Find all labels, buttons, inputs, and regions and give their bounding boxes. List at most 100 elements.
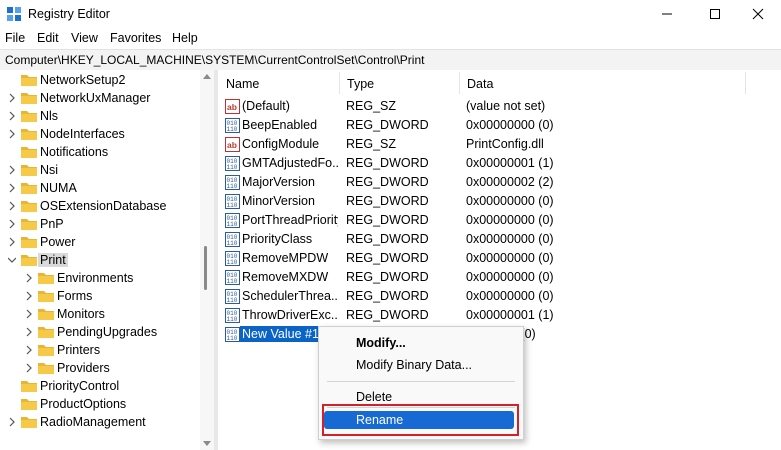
maximize-button[interactable] — [692, 0, 738, 28]
binary-value-icon: 010 110 — [225, 251, 240, 266]
value-name: BeepEnabled — [242, 118, 318, 132]
svg-text:110: 110 — [227, 259, 238, 266]
rename-field[interactable]: New Value #1 — [240, 326, 325, 342]
column-header-data[interactable]: Data — [459, 70, 745, 96]
value-row[interactable]: 010 110 MinorVersion REG_DWORD 0x00000000 (0… — [218, 192, 778, 211]
tree-item[interactable]: NodeInterfaces — [0, 125, 200, 143]
tree-item[interactable]: PnP — [0, 215, 200, 233]
folder-icon — [21, 93, 37, 104]
tree-item-label: Print — [38, 253, 68, 267]
value-type: REG_DWORD — [346, 156, 429, 170]
value-data: 0x00000000 (0) — [466, 213, 554, 227]
chevron-right-icon[interactable] — [8, 219, 16, 229]
chevron-right-icon[interactable] — [8, 129, 16, 139]
tree-item[interactable]: Monitors — [0, 305, 200, 323]
tree-item-label: Providers — [57, 361, 110, 375]
value-row[interactable]: 010 110 GMTAdjustedFo... REG_DWORD 0x0000000… — [218, 154, 778, 173]
menu-edit[interactable]: Edit — [37, 31, 59, 45]
address-path[interactable]: Computer\HKEY_LOCAL_MACHINE\SYSTEM\Curre… — [5, 53, 424, 67]
value-name: SchedulerThrea... — [242, 289, 338, 303]
chevron-right-icon[interactable] — [25, 345, 33, 355]
tree-item[interactable]: NetworkSetup2 — [0, 71, 200, 89]
column-separator[interactable] — [745, 72, 746, 94]
value-type: REG_DWORD — [346, 175, 429, 189]
value-row[interactable]: 010 110 SchedulerThrea... REG_DWORD 0x000000… — [218, 287, 778, 306]
tree-item[interactable]: Forms — [0, 287, 200, 305]
tree-scrollbar[interactable] — [200, 70, 214, 450]
chevron-right-icon[interactable] — [8, 201, 16, 211]
value-row[interactable]: 010 110 PriorityClass REG_DWORD 0x00000000 (… — [218, 230, 778, 249]
menu-item-modify[interactable]: Modify... — [319, 333, 523, 353]
column-header-name[interactable]: Name — [218, 70, 338, 96]
close-icon — [752, 8, 764, 20]
chevron-right-icon[interactable] — [8, 111, 16, 121]
menu-favorites[interactable]: Favorites — [110, 31, 161, 45]
value-row[interactable]: 010 110 BeepEnabled REG_DWORD 0x00000000 (0) — [218, 116, 778, 135]
tree-item[interactable]: Notifications — [0, 143, 200, 161]
tree-item-label: Monitors — [57, 307, 105, 321]
string-value-icon: ab — [225, 99, 240, 114]
tree-item[interactable]: OSExtensionDatabase — [0, 197, 200, 215]
tree-item[interactable]: PendingUpgrades — [0, 323, 200, 341]
value-type: REG_DWORD — [346, 289, 429, 303]
tree-item-label: Environments — [57, 271, 134, 285]
tree-item[interactable]: Print — [0, 251, 200, 269]
close-button[interactable] — [735, 0, 781, 28]
minimize-button[interactable] — [644, 0, 690, 28]
title-bar: Registry Editor — [0, 0, 781, 28]
menu-item-delete-label: Delete — [356, 390, 393, 404]
value-row[interactable]: ab (Default) REG_SZ (value not set) — [218, 97, 778, 116]
scroll-thumb[interactable] — [204, 246, 207, 290]
column-header-type[interactable]: Type — [339, 70, 459, 96]
menu-file[interactable]: File — [5, 31, 25, 45]
tree-item[interactable]: Nsi — [0, 161, 200, 179]
chevron-right-icon[interactable] — [8, 165, 16, 175]
tree-item[interactable]: ProductOptions — [0, 395, 200, 413]
tree-item[interactable]: Nls — [0, 107, 200, 125]
folder-icon — [21, 111, 37, 122]
tree-item[interactable]: PriorityControl — [0, 377, 200, 395]
tree-item[interactable]: Providers — [0, 359, 200, 377]
menu-help[interactable]: Help — [172, 31, 198, 45]
chevron-down-icon[interactable] — [8, 255, 16, 265]
tree-item[interactable]: NUMA — [0, 179, 200, 197]
binary-value-icon: 010 110 — [225, 194, 240, 209]
value-row[interactable]: 010 110 ThrowDriverExc... REG_DWORD 0x000000… — [218, 306, 778, 325]
folder-icon — [38, 309, 54, 320]
window-title: Registry Editor — [28, 7, 110, 21]
chevron-right-icon[interactable] — [25, 309, 33, 319]
value-row[interactable]: 010 110 RemoveMXDW REG_DWORD 0x00000000 (0) — [218, 268, 778, 287]
menu-view[interactable]: View — [71, 31, 98, 45]
chevron-right-icon[interactable] — [8, 93, 16, 103]
address-bar[interactable]: Computer\HKEY_LOCAL_MACHINE\SYSTEM\Curre… — [0, 49, 781, 71]
value-name: PortThreadPriority — [242, 213, 338, 227]
value-row[interactable]: ab ConfigModule REG_SZ PrintConfig.dll — [218, 135, 778, 154]
chevron-right-icon[interactable] — [8, 183, 16, 193]
value-row[interactable]: 010 110 MajorVersion REG_DWORD 0x00000002 (2… — [218, 173, 778, 192]
value-row[interactable]: 010 110 PortThreadPriority REG_DWORD 0x00000… — [218, 211, 778, 230]
value-name: MajorVersion — [242, 175, 315, 189]
folder-icon — [21, 417, 37, 428]
binary-value-icon: 010 110 — [225, 327, 240, 342]
tree-item[interactable]: NetworkUxManager — [0, 89, 200, 107]
scroll-up-icon[interactable] — [203, 74, 211, 79]
chevron-right-icon[interactable] — [25, 273, 33, 283]
tree-item[interactable]: Environments — [0, 269, 200, 287]
tree-item[interactable]: Printers — [0, 341, 200, 359]
value-row[interactable]: 010 110 RemoveMPDW REG_DWORD 0x00000000 (0) — [218, 249, 778, 268]
chevron-right-icon[interactable] — [8, 237, 16, 247]
key-tree[interactable]: NetworkSetup2 NetworkUxManager Nls NodeInte… — [0, 70, 214, 450]
value-name: RemoveMXDW — [242, 270, 329, 284]
chevron-right-icon[interactable] — [8, 417, 16, 427]
tree-item[interactable]: Power — [0, 233, 200, 251]
menu-item-modify-binary[interactable]: Modify Binary Data... — [319, 355, 523, 375]
chevron-right-icon[interactable] — [25, 327, 33, 337]
value-data: 0x00000000 (0) — [466, 118, 554, 132]
folder-icon — [21, 381, 37, 392]
scroll-down-icon[interactable] — [203, 441, 211, 446]
value-data: 0x00000000 (0) — [466, 289, 554, 303]
string-value-icon: ab — [225, 137, 240, 152]
tree-item[interactable]: RadioManagement — [0, 413, 200, 431]
chevron-right-icon[interactable] — [25, 291, 33, 301]
chevron-right-icon[interactable] — [25, 363, 33, 373]
